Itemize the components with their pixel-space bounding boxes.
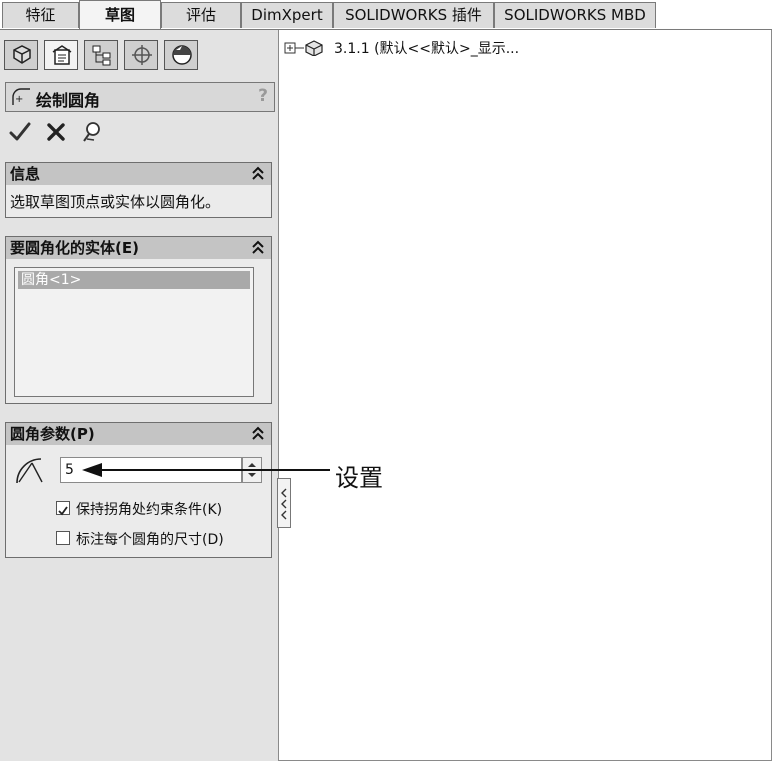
property-manager-icon[interactable]	[44, 40, 78, 70]
fillet-params-group: 圆角参数(P) 5 保持拐角处约束条件(K) 标注每个圆角的尺寸(D)	[5, 422, 272, 558]
pushpin-icon[interactable]	[80, 120, 104, 144]
list-item[interactable]: 圆角<1>	[18, 271, 250, 289]
property-manager-title: + 绘制圆角 ?	[5, 82, 275, 112]
cancel-x-icon[interactable]	[44, 120, 68, 144]
svg-text:+: +	[15, 94, 23, 105]
tab-dimxpert[interactable]: DimXpert	[241, 2, 333, 28]
command-manager-tabs: 特征 草图 评估 DimXpert SOLIDWORKS 插件 SOLIDWOR…	[0, 0, 772, 30]
collapse-chevron-icon[interactable]	[251, 165, 265, 181]
entities-group-title: 要圆角化的实体(E)	[10, 239, 139, 257]
ok-check-icon[interactable]	[8, 120, 32, 144]
panel-collapse-handle[interactable]	[277, 478, 291, 528]
entities-listbox[interactable]: 圆角<1>	[14, 267, 254, 397]
keep-constraints-label: 保持拐角处约束条件(K)	[76, 502, 223, 518]
dimxpert-manager-icon[interactable]	[124, 40, 158, 70]
collapse-chevron-icon[interactable]	[251, 239, 265, 255]
checkmark-icon	[58, 506, 68, 516]
dimension-each-checkbox[interactable]	[56, 531, 70, 545]
property-manager-panel: + 绘制圆角 ? 信息 选取草图顶点或实体以圆角化。 要圆角化的实体(E) 圆角…	[0, 30, 279, 761]
property-manager-title-text: 绘制圆角	[36, 91, 101, 110]
tab-features[interactable]: 特征	[2, 2, 79, 28]
part-tree-label[interactable]: 3.1.1 (默认<<默认>_显示...	[334, 38, 519, 58]
sketch-fillet-icon: +	[12, 88, 30, 105]
entities-group: 要圆角化的实体(E) 圆角<1>	[5, 236, 272, 404]
display-manager-icon[interactable]	[164, 40, 198, 70]
tab-sketch[interactable]: 草图	[79, 0, 161, 30]
tree-expand-icon[interactable]	[284, 40, 332, 56]
dimension-each-label: 标注每个圆角的尺寸(D)	[76, 532, 224, 548]
configuration-manager-icon[interactable]	[84, 40, 118, 70]
collapse-chevron-icon[interactable]	[251, 425, 265, 441]
info-group-header[interactable]: 信息	[6, 163, 271, 185]
tab-solidworks-mbd[interactable]: SOLIDWORKS MBD	[494, 2, 656, 28]
entities-group-header[interactable]: 要圆角化的实体(E)	[6, 237, 271, 259]
fillet-params-group-header[interactable]: 圆角参数(P)	[6, 423, 271, 445]
keep-constraints-checkbox[interactable]	[56, 501, 70, 516]
help-icon[interactable]: ?	[258, 86, 268, 106]
tab-evaluate[interactable]: 评估	[161, 2, 241, 28]
annotation-label: 设置	[335, 464, 383, 492]
info-group: 信息 选取草图顶点或实体以圆角化。	[5, 162, 272, 218]
info-message: 选取草图顶点或实体以圆角化。	[10, 193, 221, 211]
fillet-radius-icon	[16, 458, 43, 484]
fillet-params-group-title: 圆角参数(P)	[10, 425, 95, 443]
annotation-arrow	[82, 463, 330, 477]
tab-solidworks-addins[interactable]: SOLIDWORKS 插件	[333, 2, 494, 28]
feature-manager-icon[interactable]	[4, 40, 38, 70]
info-group-title: 信息	[10, 165, 41, 183]
collapse-arrows-icon	[281, 488, 287, 520]
